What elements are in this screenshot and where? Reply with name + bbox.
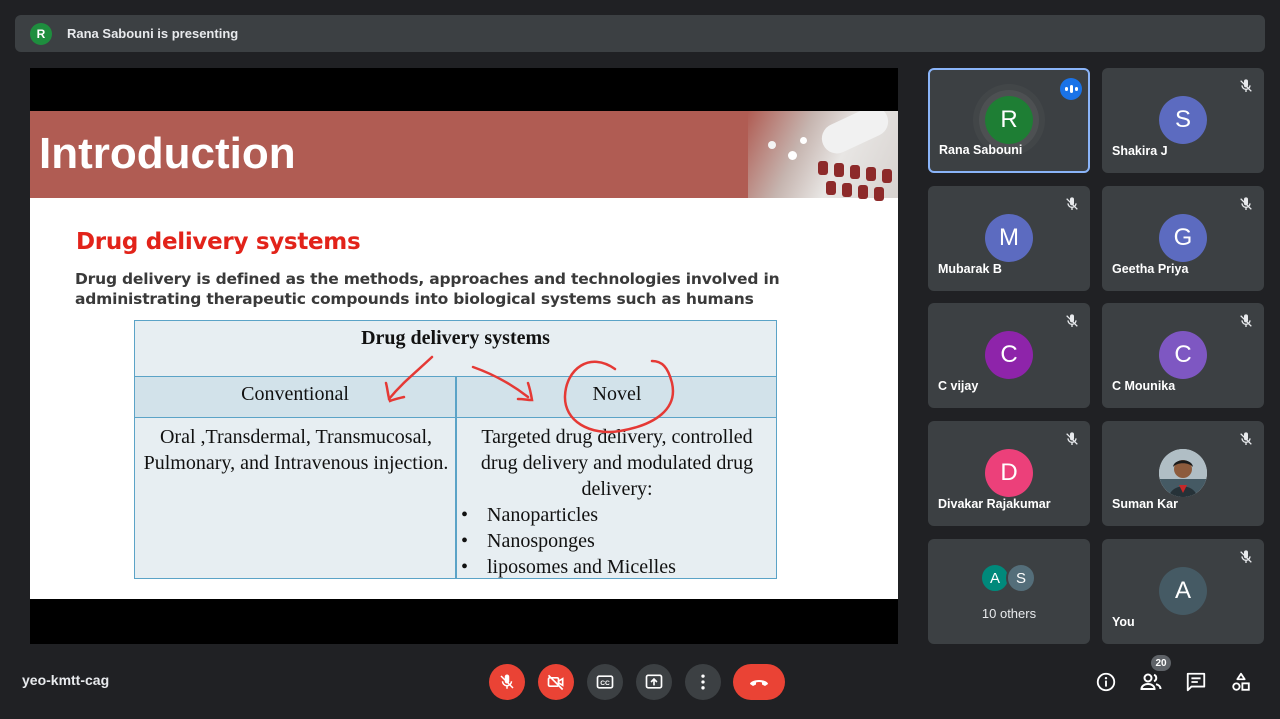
others-avatars: A S (980, 563, 1036, 593)
shared-slide: Introduction Drug delivery systems Drug … (30, 111, 898, 599)
meeting-details-button[interactable] (1092, 668, 1120, 696)
avatar-photo (1159, 449, 1207, 497)
list-item: • liposomes and Micelles (461, 556, 676, 578)
present-screen-icon (645, 674, 663, 689)
pills-image (748, 111, 898, 201)
avatar: G (1159, 214, 1207, 262)
mic-off-icon (1240, 432, 1252, 445)
info-icon (1096, 672, 1116, 692)
camera-toggle-button[interactable] (538, 664, 574, 700)
presenting-text: Rana Sabouni is presenting (67, 26, 239, 41)
activities-button[interactable] (1227, 668, 1255, 696)
col-novel: Novel (592, 383, 642, 405)
slide-title-banner: Introduction (30, 111, 898, 201)
mic-off-icon (1066, 197, 1078, 210)
participant-count-badge: 20 (1151, 655, 1171, 671)
participant-tile[interactable]: C C vijay (928, 303, 1090, 408)
participant-tile[interactable]: G Geetha Priya (1102, 186, 1264, 291)
mic-off-icon (1240, 314, 1252, 327)
camera-off-icon (547, 674, 564, 691)
mic-off-icon (1240, 550, 1252, 563)
avatar: C (985, 331, 1033, 379)
participant-name: Suman Kar (1112, 497, 1178, 511)
slide-title: Introduction (39, 129, 296, 178)
participant-name: C vijay (938, 379, 979, 393)
presenter-avatar: R (30, 22, 52, 45)
mic-off-icon (500, 674, 514, 689)
table-header: Drug delivery systems (361, 327, 550, 349)
novel-body: Targeted drug delivery, controlled drug … (480, 426, 754, 500)
participant-name: Rana Sabouni (939, 143, 1023, 157)
participant-tile[interactable]: S Shakira J (1102, 68, 1264, 173)
speaking-indicator-icon (1060, 78, 1082, 100)
col-conventional: Conventional (241, 383, 349, 405)
list-item: • Nanoparticles (461, 504, 599, 526)
participant-name: Divakar Rajakumar (938, 497, 1051, 511)
svg-text:CC: CC (600, 680, 610, 687)
mic-off-icon (1066, 314, 1078, 327)
participant-tile[interactable]: M Mubarak B (928, 186, 1090, 291)
avatar: S (1006, 563, 1036, 593)
avatar: C (1159, 331, 1207, 379)
mic-off-icon (1240, 197, 1252, 210)
presentation-stage[interactable]: Introduction Drug delivery systems Drug … (30, 68, 898, 644)
participant-tile[interactable]: C C Mounika (1102, 303, 1264, 408)
mic-toggle-button[interactable] (489, 664, 525, 700)
participant-name: You (1112, 615, 1135, 629)
leave-call-button[interactable] (733, 664, 785, 700)
more-options-button[interactable] (685, 664, 721, 700)
chat-button[interactable] (1182, 668, 1210, 696)
others-tile[interactable]: A S 10 others (928, 539, 1090, 644)
participant-name: Mubarak B (938, 262, 1002, 276)
mic-off-icon (1240, 79, 1252, 92)
presenting-banner: R Rana Sabouni is presenting (15, 15, 1265, 52)
others-label: 10 others (981, 606, 1037, 621)
avatar: M (985, 214, 1033, 262)
captions-button[interactable]: CC (587, 664, 623, 700)
participant-name: Geetha Priya (1112, 262, 1189, 276)
avatar: R (985, 96, 1033, 144)
self-tile[interactable]: A You (1102, 539, 1264, 644)
avatar: A (1159, 567, 1207, 615)
meeting-code[interactable]: yeo-kmtt-cag (22, 672, 109, 688)
present-now-button[interactable] (636, 664, 672, 700)
slide-subtitle: Drug delivery systems (76, 229, 361, 255)
call-end-icon (750, 680, 768, 686)
avatar: D (985, 449, 1033, 497)
conventional-body: Oral ,Transdermal, Transmucosal, Pulmona… (143, 426, 449, 474)
chat-icon (1186, 672, 1206, 692)
participant-tile[interactable]: D Divakar Rajakumar (928, 421, 1090, 526)
list-item: • Nanosponges (461, 530, 595, 552)
mic-off-icon (1066, 432, 1078, 445)
people-button[interactable] (1137, 668, 1165, 696)
people-icon (1140, 673, 1162, 690)
participant-tile[interactable]: Suman Kar (1102, 421, 1264, 526)
more-vert-icon (701, 674, 705, 690)
slide-paragraph: Drug delivery is defined as the methods,… (75, 270, 780, 308)
activities-icon (1232, 672, 1250, 691)
avatar: S (1159, 96, 1207, 144)
participant-name: C Mounika (1112, 379, 1176, 393)
participant-name: Shakira J (1112, 144, 1168, 158)
participant-tile[interactable]: R Rana Sabouni (928, 68, 1090, 173)
drug-delivery-table: Drug delivery systems Conventional Novel… (134, 320, 777, 579)
captions-icon: CC (596, 675, 614, 689)
